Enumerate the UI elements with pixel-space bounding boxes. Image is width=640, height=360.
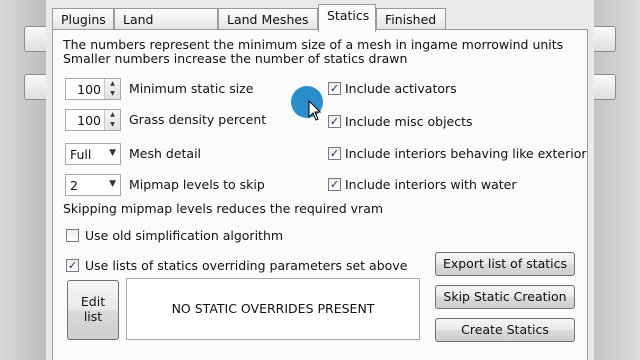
include-interiors-exterior-label: Include interiors behaving like exterior (345, 146, 587, 161)
min-static-size-spinner[interactable]: 100 ▲ ▼ (65, 78, 121, 100)
tab-land-textures[interactable]: Land Textures (114, 8, 218, 42)
old-simplification-checkbox[interactable] (66, 229, 79, 242)
background-tab (24, 26, 46, 52)
background-tab (594, 26, 616, 52)
tab-label: Land Meshes (227, 12, 309, 27)
mesh-detail-dropdown[interactable]: Full ▼ (65, 143, 121, 165)
mipmap-levels-label: Mipmap levels to skip (129, 177, 265, 192)
include-activators-label: Include activators (345, 81, 457, 96)
mouse-pointer-icon (308, 100, 322, 121)
include-misc-label: Include misc objects (345, 114, 473, 129)
mipmap-levels-dropdown[interactable]: 2 ▼ (65, 174, 121, 196)
grass-density-label: Grass density percent (129, 112, 267, 127)
chevron-down-icon: ▼ (109, 148, 116, 158)
tab-label: Finished (385, 12, 437, 27)
static-overrides-box: NO STATIC OVERRIDES PRESENT (126, 278, 420, 340)
spinner-arrows[interactable]: ▲ ▼ (104, 110, 120, 130)
tab-plugins[interactable]: Plugins (52, 8, 114, 30)
create-statics-button[interactable]: Create Statics (435, 318, 575, 342)
background-window-right (594, 0, 640, 360)
grass-density-spinner[interactable]: 100 ▲ ▼ (65, 109, 121, 131)
statics-panel: The numbers represent the minimum size o… (52, 29, 588, 360)
export-list-button[interactable]: Export list of statics (435, 252, 575, 276)
include-activators-checkbox[interactable]: ✓ (328, 82, 341, 95)
tab-label: Statics (327, 8, 370, 23)
up-arrow-icon[interactable]: ▲ (105, 79, 120, 89)
spinner-arrows[interactable]: ▲ ▼ (104, 79, 120, 99)
tab-finished[interactable]: Finished (376, 8, 446, 30)
mesh-detail-label: Mesh detail (129, 146, 202, 161)
up-arrow-icon[interactable]: ▲ (105, 110, 120, 120)
tab-statics[interactable]: Statics (318, 4, 376, 32)
tab-strip: Plugins Land Textures Land Meshes Static… (52, 4, 588, 42)
background-tab (594, 74, 616, 100)
down-arrow-icon[interactable]: ▼ (105, 120, 120, 130)
spinner-value: 100 (77, 82, 101, 97)
include-interiors-water-label: Include interiors with water (345, 177, 517, 192)
background-window-left (0, 0, 46, 360)
main-dialog: Plugins Land Textures Land Meshes Static… (46, 0, 594, 360)
include-misc-checkbox[interactable]: ✓ (328, 115, 341, 128)
down-arrow-icon[interactable]: ▼ (105, 89, 120, 99)
info-text-line1: The numbers represent the minimum size o… (63, 37, 564, 52)
tab-land-meshes[interactable]: Land Meshes (218, 8, 318, 30)
background-tab (24, 74, 46, 100)
tab-label: Plugins (61, 12, 106, 27)
skip-static-creation-button[interactable]: Skip Static Creation (435, 285, 575, 309)
mipmap-note: Skipping mipmap levels reduces the requi… (63, 201, 384, 216)
include-interiors-exterior-checkbox[interactable]: ✓ (328, 147, 341, 160)
info-text-line2: Smaller numbers increase the number of s… (63, 51, 408, 66)
use-lists-label: Use lists of statics overriding paramete… (85, 258, 408, 273)
dropdown-value: Full (70, 147, 92, 162)
dropdown-value: 2 (70, 178, 78, 193)
old-simplification-label: Use old simplification algorithm (85, 228, 284, 243)
chevron-down-icon: ▼ (109, 179, 116, 189)
min-static-size-label: Minimum static size (129, 81, 254, 96)
edit-list-button[interactable]: Edit list (67, 280, 119, 340)
use-lists-checkbox[interactable]: ✓ (66, 259, 79, 272)
include-interiors-water-checkbox[interactable]: ✓ (328, 178, 341, 191)
spinner-value: 100 (77, 113, 101, 128)
